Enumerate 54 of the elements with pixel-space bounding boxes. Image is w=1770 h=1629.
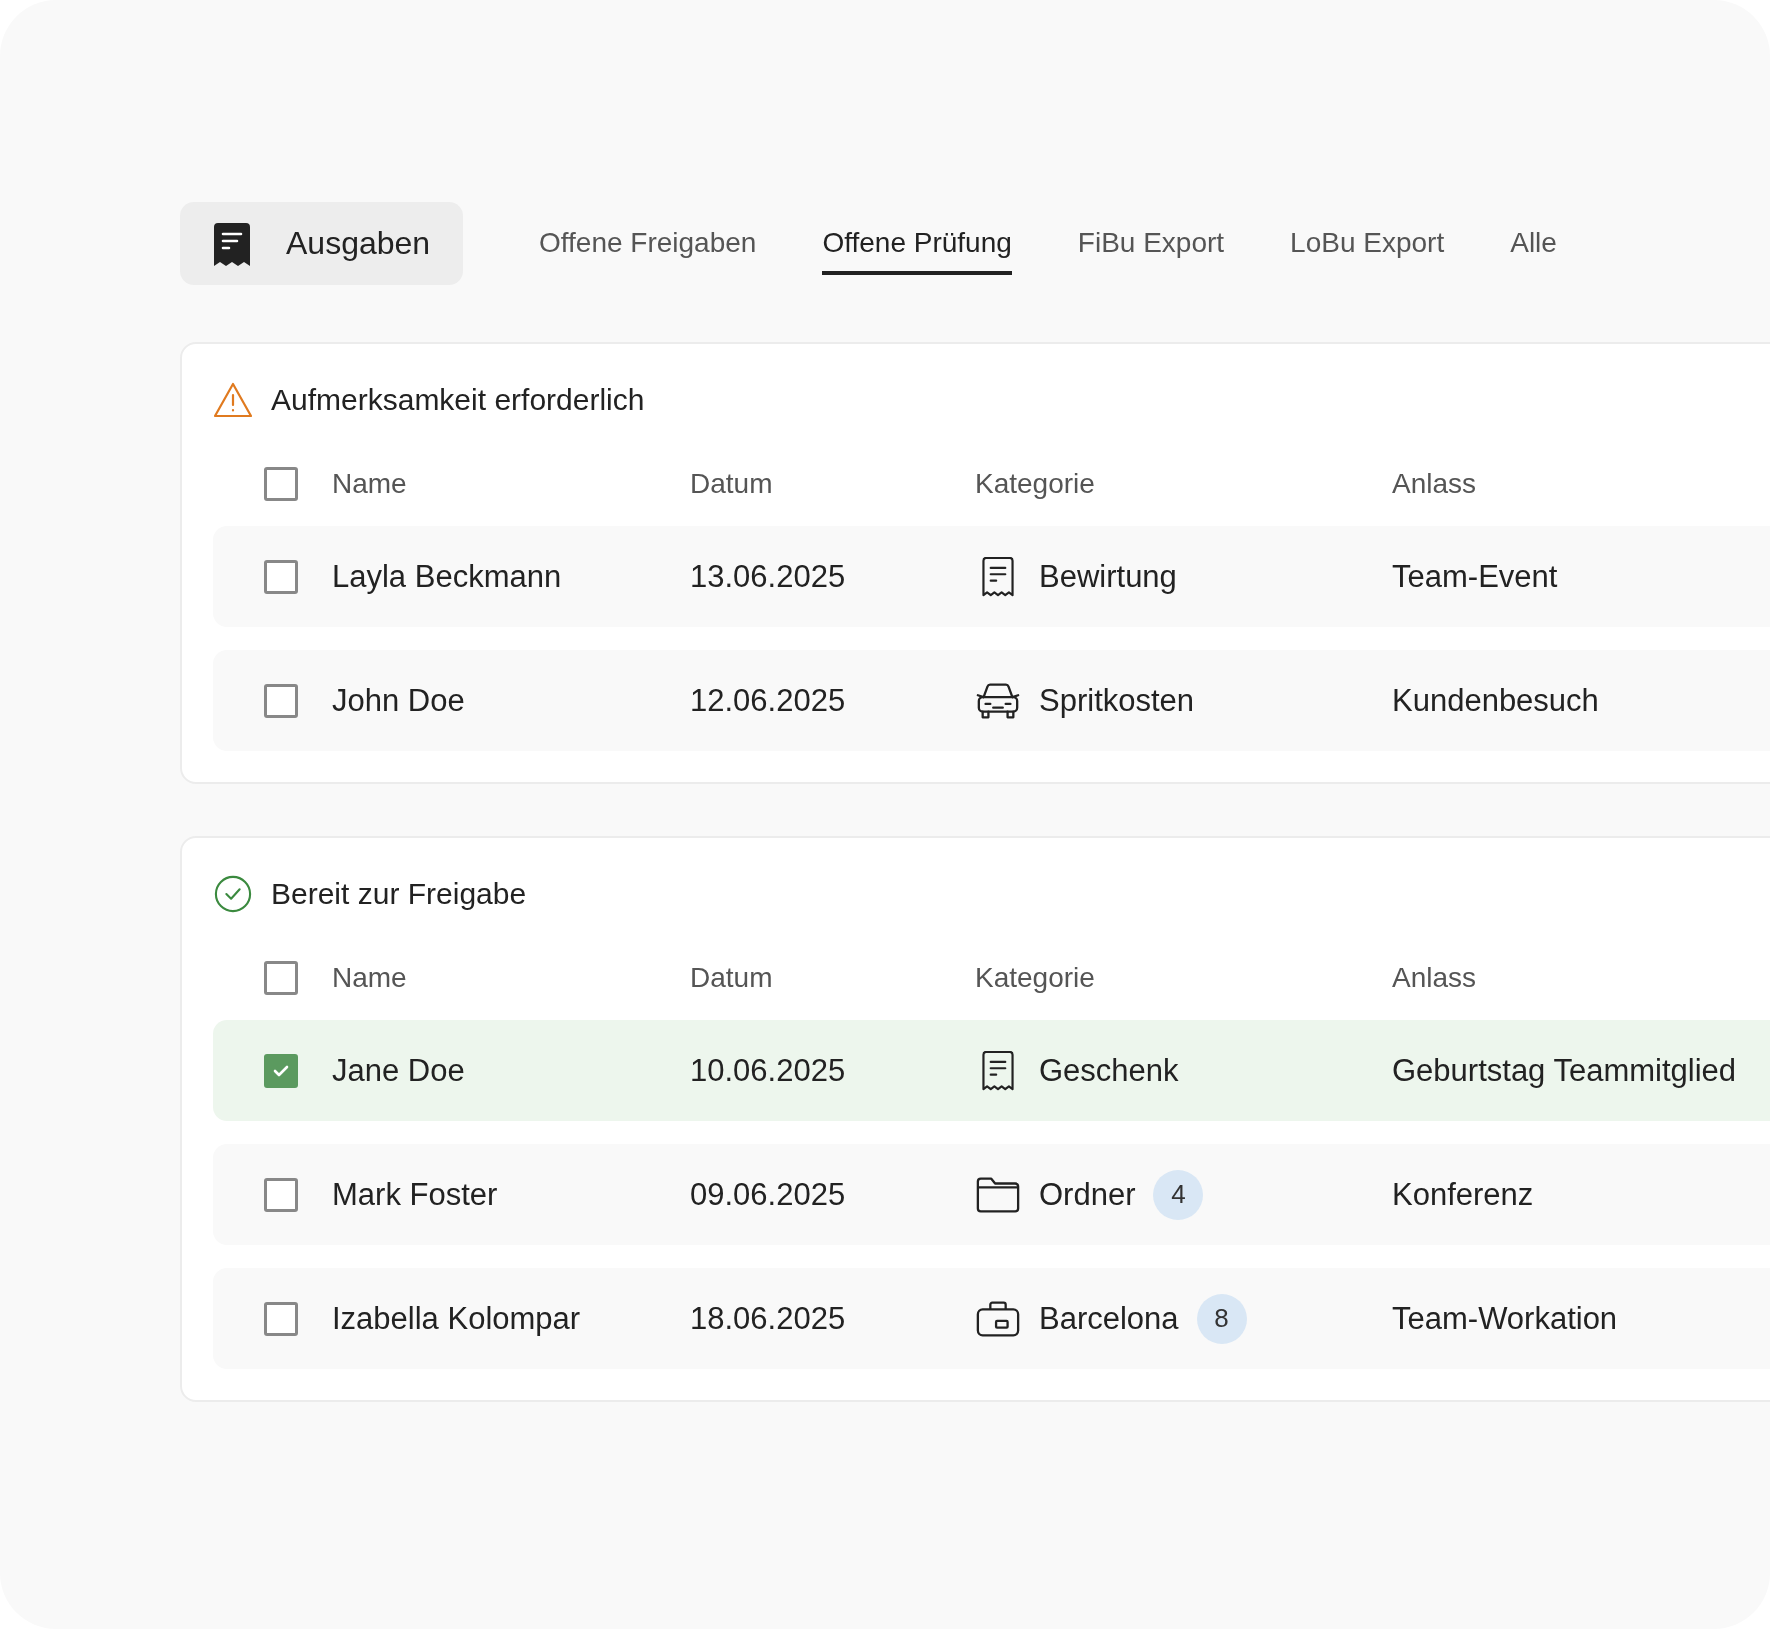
tab[interactable]: Alle bbox=[1510, 212, 1557, 275]
checkbox[interactable] bbox=[264, 1177, 298, 1212]
date-cell-text: 09.06.2025 bbox=[690, 1176, 847, 1213]
category-cell: Barcelona bbox=[1039, 1300, 1179, 1337]
checkbox[interactable] bbox=[264, 961, 298, 995]
checkbox[interactable] bbox=[264, 1301, 298, 1336]
column-header: Name bbox=[332, 468, 408, 500]
column-header: Name bbox=[332, 962, 408, 994]
expense-row[interactable]: Layla Beckmann 13.06.2025 Bewirtung Team-Event bbox=[213, 526, 1770, 627]
column-header: Anlass bbox=[1392, 468, 1478, 500]
expense-row[interactable]: John Doe 12.06.2025 Spritkosten Kundenbesuch bbox=[213, 650, 1770, 751]
name-cell-text: John Doe bbox=[332, 682, 466, 719]
column-header: Datum bbox=[690, 468, 774, 500]
name-cell-text: Layla Beckmann bbox=[332, 558, 563, 595]
checkbox[interactable] bbox=[264, 683, 298, 718]
tab[interactable]: Offene Prüfung bbox=[822, 212, 1012, 275]
count-badge: 8 bbox=[1196, 1293, 1247, 1344]
tab[interactable]: Offene Freigaben bbox=[539, 212, 757, 275]
name-cell-text: Izabella Kolompar bbox=[332, 1300, 582, 1337]
name-cell-text: Jane Doe bbox=[332, 1052, 466, 1089]
expense-row[interactable]: Jane Doe 10.06.2025 Geschenk Geburtstag Teammitglied bbox=[213, 1020, 1770, 1121]
count-badge: 4 bbox=[1153, 1169, 1204, 1220]
date-cell-text: 10.06.2025 bbox=[690, 1052, 847, 1089]
name-cell-text: Mark Foster bbox=[332, 1176, 499, 1213]
expense-row[interactable]: Izabella Kolompar 18.06.2025 Barcelona 8 Team-Workation bbox=[213, 1268, 1770, 1369]
expense-row[interactable]: Mark Foster 09.06.2025 Ordner 4 Konferenz bbox=[213, 1144, 1770, 1245]
warning-icon bbox=[213, 381, 253, 419]
checkbox[interactable] bbox=[264, 559, 298, 594]
category-cell: Bewirtung bbox=[1039, 558, 1177, 595]
column-header: Datum bbox=[690, 962, 774, 994]
column-header: Kategorie bbox=[975, 468, 1096, 500]
receipt-icon bbox=[212, 221, 252, 266]
occasion-cell-text: Team-Workation bbox=[1392, 1300, 1619, 1337]
column-header: Kategorie bbox=[975, 962, 1096, 994]
category-cell: Ordner bbox=[1039, 1176, 1136, 1213]
column-header: Anlass bbox=[1392, 962, 1478, 994]
category-cell: Geschenk bbox=[1039, 1052, 1179, 1089]
date-cell-text: 13.06.2025 bbox=[690, 558, 847, 595]
section-title: Bereit zur Freigabe bbox=[271, 877, 527, 911]
app-title-button[interactable]: Ausgaben bbox=[180, 202, 463, 285]
checkbox[interactable] bbox=[264, 1053, 298, 1088]
checkbox[interactable] bbox=[264, 467, 298, 501]
app-title: Ausgaben bbox=[286, 225, 431, 262]
occasion-cell-text: Team-Event bbox=[1392, 558, 1559, 595]
tab[interactable]: FiBu Export bbox=[1077, 212, 1225, 275]
occasion-cell-text: Konferenz bbox=[1392, 1176, 1535, 1213]
occasion-cell-text: Geburtstag Teammitglied bbox=[1392, 1052, 1738, 1089]
category-cell: Spritkosten bbox=[1039, 682, 1195, 719]
section-title: Aufmerksamkeit erforderlich bbox=[271, 383, 645, 417]
date-cell-text: 18.06.2025 bbox=[690, 1300, 847, 1337]
check-circle-icon bbox=[213, 875, 253, 913]
tab[interactable]: LoBu Export bbox=[1290, 212, 1445, 275]
date-cell-text: 12.06.2025 bbox=[690, 682, 847, 719]
occasion-cell-text: Kundenbesuch bbox=[1392, 682, 1600, 719]
